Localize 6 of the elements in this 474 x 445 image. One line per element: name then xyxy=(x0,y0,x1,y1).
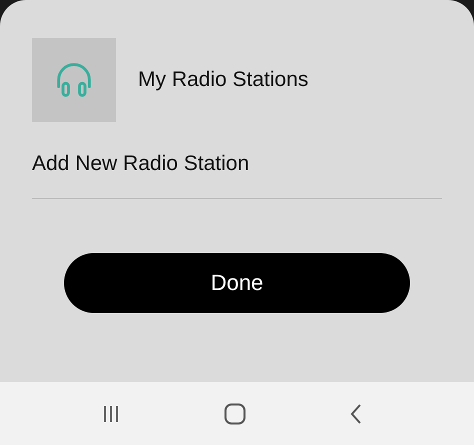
menu-item[interactable]: Add New Radio Station xyxy=(32,152,250,176)
done-button[interactable]: Done xyxy=(64,253,410,313)
recents-icon[interactable] xyxy=(102,404,120,422)
home-icon[interactable] xyxy=(224,402,246,424)
list-title: My Radio Stations xyxy=(138,68,308,92)
back-icon[interactable] xyxy=(350,404,362,424)
